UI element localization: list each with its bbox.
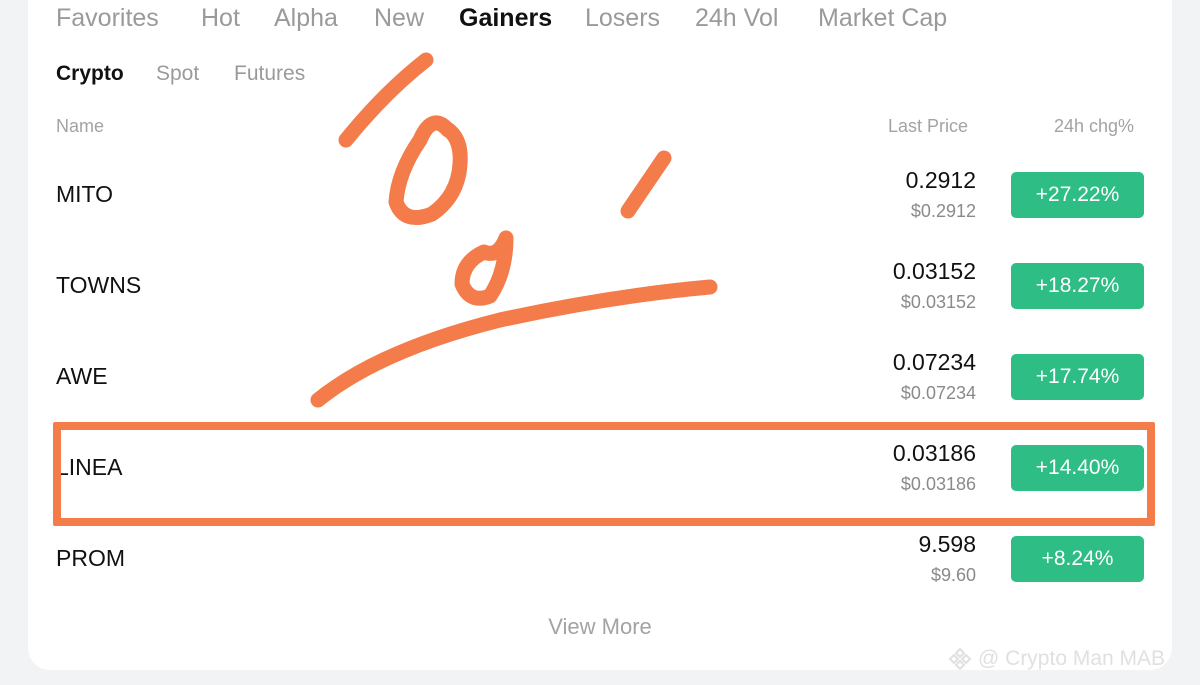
binance-logo-icon [948,647,972,671]
annotation-scribble [310,52,718,408]
watermark: @ Crypto Man MAB [948,645,1165,673]
watermark-text: @ Crypto Man MAB [978,647,1166,670]
app-screen: Favorites Hot Alpha New Gainers Losers 2… [0,0,1200,685]
